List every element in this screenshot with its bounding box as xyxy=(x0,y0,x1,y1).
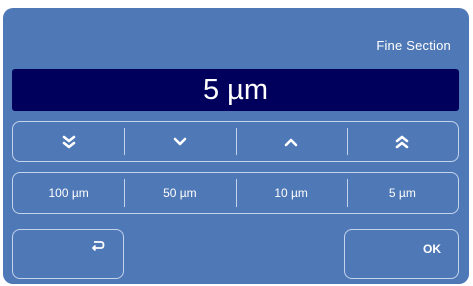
increase-button[interactable] xyxy=(235,122,347,161)
value-display: 5 µm xyxy=(12,69,459,111)
ok-button[interactable]: OK xyxy=(344,229,459,279)
step-50um-button[interactable]: 50 µm xyxy=(124,173,235,213)
fast-increase-button[interactable] xyxy=(346,122,458,161)
double-chevron-down-icon xyxy=(62,135,75,148)
fast-decrease-button[interactable] xyxy=(13,122,124,161)
panel-title: Fine Section xyxy=(376,38,451,53)
step-5um-button[interactable]: 5 µm xyxy=(346,173,458,213)
ok-label: OK xyxy=(423,242,441,256)
step-100um-button[interactable]: 100 µm xyxy=(13,173,124,213)
fine-section-panel: Fine Section 5 µm 100 µm 50 µm 10 µm 5 µ… xyxy=(3,8,469,284)
step-size-row: 100 µm 50 µm 10 µm 5 µm xyxy=(12,172,459,214)
return-icon xyxy=(92,241,105,252)
chevron-up-icon xyxy=(284,138,298,146)
arrow-button-row xyxy=(12,121,459,162)
back-button[interactable] xyxy=(12,229,124,279)
chevron-down-icon xyxy=(173,137,187,145)
decrease-button[interactable] xyxy=(124,122,235,161)
double-chevron-up-icon xyxy=(396,135,409,148)
step-10um-button[interactable]: 10 µm xyxy=(235,173,347,213)
